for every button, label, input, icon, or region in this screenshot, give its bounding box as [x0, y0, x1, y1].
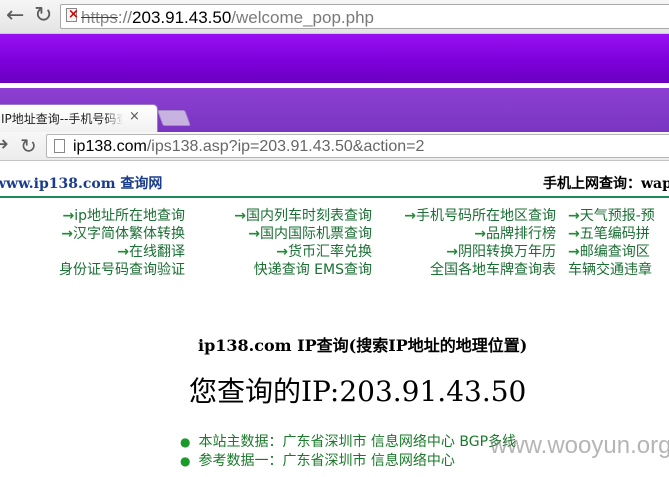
result-item-text: 本站主数据：广东省深圳市 信息网络中心 BGP多线	[198, 434, 517, 450]
purple-page-banner	[0, 34, 669, 83]
result-heading: ip138.com IP查询(搜索IP地址的地理位置)	[198, 336, 528, 355]
arrow-right-icon: →	[404, 208, 416, 224]
tab-close-icon[interactable]: ×	[129, 109, 140, 124]
watermark: www.wooyun.org	[490, 432, 669, 459]
arrow-right-icon: →	[61, 226, 73, 242]
arrow-right-icon: →	[117, 244, 129, 260]
security-warning-icon: ×	[68, 7, 79, 22]
tab-title: IP地址查询--手机号码查询	[1, 112, 123, 126]
header-divider	[0, 196, 669, 198]
service-link-label: 车辆交通违章	[568, 262, 652, 278]
service-link[interactable]: →五笔编码拼	[568, 225, 650, 243]
arrow-right-icon: →	[446, 244, 458, 260]
site-brand-link[interactable]: www.ip138.com 查询网	[0, 173, 162, 193]
mobile-query-link[interactable]: 手机上网查询：wap	[543, 173, 669, 193]
service-link[interactable]: 身份证号码查询验证	[59, 261, 185, 279]
url-path: /ips138.asp?ip=203.91.43.50&action=2	[146, 138, 425, 155]
service-link[interactable]: →在线翻译	[117, 243, 185, 261]
service-link[interactable]: 快递查询 EMS查询	[254, 261, 372, 279]
service-link-label: 阴阳转换万年历	[458, 244, 556, 260]
service-link[interactable]: →阴阳转换万年历	[446, 243, 556, 261]
service-link-label: 快递查询 EMS查询	[253, 262, 372, 278]
page-icon	[54, 139, 65, 153]
service-link[interactable]: 车辆交通违章	[568, 261, 652, 279]
service-link[interactable]: →国内列车时刻表查询	[234, 207, 372, 225]
bullet-icon: ●	[180, 454, 191, 468]
service-link-label: 在线翻译	[129, 244, 185, 260]
service-link-label: 身份证号码查询验证	[59, 262, 185, 278]
service-link-label: 国内国际机票查询	[260, 226, 372, 242]
arrow-right-icon: →	[474, 226, 486, 242]
service-link-label: 邮编查询区	[579, 244, 650, 260]
url-host: ip138.com	[73, 138, 147, 155]
service-link-label: ip地址所在地查询	[74, 208, 185, 224]
service-link-label: 品牌排行榜	[486, 226, 556, 242]
outer-browser-toolbar: ← ↻ × https://203.91.43.50/welcome_pop.p…	[0, 0, 669, 34]
inner-url-text[interactable]: ip138.com/ips138.asp?ip=203.91.43.50&act…	[73, 138, 424, 156]
service-link[interactable]: →国内国际机票查询	[248, 225, 372, 243]
service-link[interactable]: →手机号码所在地区查询	[404, 207, 556, 225]
service-link[interactable]: →汉字简体繁体转换	[61, 225, 185, 243]
forward-arrow-icon[interactable]: →	[0, 134, 8, 156]
arrow-right-icon: →	[568, 226, 580, 242]
queried-ip-line: 您查询的IP:203.91.43.50	[189, 375, 527, 408]
bullet-icon: ●	[180, 435, 191, 449]
service-link-label: 货币汇率兑换	[288, 244, 372, 260]
result-item: ● 参考数据一：广东省深圳市 信息网络中心	[180, 450, 455, 470]
reload-icon[interactable]: ↻	[20, 135, 37, 157]
url-path: /welcome_pop.php	[231, 8, 375, 27]
service-link[interactable]: →品牌排行榜	[474, 225, 556, 243]
result-item-text: 参考数据一：广东省深圳市 信息网络中心	[198, 453, 455, 469]
arrow-right-icon: →	[568, 208, 580, 224]
service-link-label: 全国各地车牌查询表	[430, 262, 556, 278]
service-link[interactable]: →货币汇率兑换	[276, 243, 372, 261]
new-tab-button[interactable]	[157, 110, 191, 126]
service-link[interactable]: →ip地址所在地查询	[62, 207, 185, 225]
arrow-right-icon: →	[62, 208, 75, 224]
service-link[interactable]: →邮编查询区	[568, 243, 650, 261]
url-host: 203.91.43.50	[132, 8, 232, 27]
outer-url-text[interactable]: https://203.91.43.50/welcome_pop.php	[81, 8, 374, 28]
arrow-right-icon: →	[234, 208, 246, 224]
inner-address-bar[interactable]: ip138.com/ips138.asp?ip=203.91.43.50&act…	[46, 134, 669, 158]
result-item: ● 本站主数据：广东省深圳市 信息网络中心 BGP多线	[180, 431, 516, 451]
service-link[interactable]: 全国各地车牌查询表	[430, 261, 556, 279]
service-link-label: 天气预报-预	[579, 208, 655, 224]
inner-browser-tab[interactable]: IP地址查询--手机号码查询 ×	[0, 104, 158, 132]
arrow-right-icon: →	[568, 244, 580, 260]
arrow-right-icon: →	[276, 244, 288, 260]
service-link-label: 汉字简体繁体转换	[73, 226, 185, 242]
arrow-right-icon: →	[248, 226, 260, 242]
service-link[interactable]: →天气预报-预	[568, 207, 655, 225]
url-scheme: https	[81, 8, 118, 27]
service-link-label: 五笔编码拼	[579, 226, 650, 242]
outer-address-bar[interactable]: × https://203.91.43.50/welcome_pop.php	[60, 4, 669, 29]
reload-icon[interactable]: ↻	[34, 5, 52, 27]
service-link-label: 国内列车时刻表查询	[246, 208, 372, 224]
url-separator: ://	[117, 8, 133, 27]
back-arrow-icon[interactable]: ←	[6, 5, 24, 27]
service-link-label: 手机号码所在地区查询	[416, 208, 556, 224]
